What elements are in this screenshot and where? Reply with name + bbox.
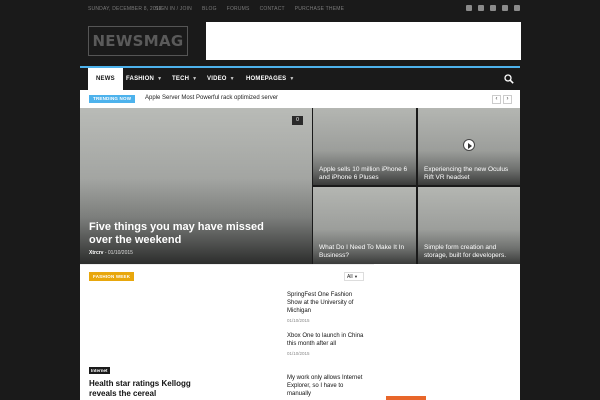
nav-news[interactable]: NEWS <box>88 68 123 90</box>
comment-count-badge: 0 <box>292 116 303 125</box>
social-icons <box>466 5 520 11</box>
nav-fashion[interactable]: FASHION ▼ <box>126 68 162 90</box>
top-menu-blog[interactable]: BLOG <box>202 6 217 12</box>
tile-title[interactable]: Simple form creation and storage, built … <box>424 244 520 260</box>
featured-author[interactable]: Xtrcrv <box>89 250 103 256</box>
filter-value: All <box>347 274 353 280</box>
side-story-2[interactable]: Xbox One to launch in China this month a… <box>287 332 367 356</box>
vimeo-icon[interactable] <box>490 5 496 11</box>
side-story-date: 01/10/2015 <box>287 318 310 323</box>
facebook-icon[interactable] <box>466 5 472 11</box>
current-date: SUNDAY, DECEMBER 8, 2019 <box>88 6 162 12</box>
top-menu-sign-in[interactable]: SIGN IN / JOIN <box>155 6 192 12</box>
top-menu-contact[interactable]: CONTACT <box>260 6 285 12</box>
nav-tech-label: TECH <box>172 76 190 82</box>
youtube-icon[interactable] <box>514 5 520 11</box>
side-story-title[interactable]: My work only allows Internet Explorer, s… <box>287 374 367 398</box>
header-ad-banner[interactable] <box>206 22 521 60</box>
chevron-down-icon: ▼ <box>157 76 163 82</box>
top-menu-forums[interactable]: FORUMS <box>227 6 250 12</box>
site-logo[interactable]: NEWSMAG <box>88 26 188 56</box>
sidebar-column <box>374 264 520 400</box>
chevron-down-icon: ▼ <box>192 76 198 82</box>
top-menu-purchase[interactable]: PURCHASE THEME <box>295 6 344 12</box>
nav-video[interactable]: VIDEO ▼ <box>207 68 235 90</box>
fashion-week-block: FASHION WEEK All ▼ Internet Health star … <box>80 264 520 400</box>
trending-prev-button[interactable]: ‹ <box>492 95 501 104</box>
nav-homepages[interactable]: HOMEPAGES ▼ <box>246 68 295 90</box>
chevron-down-icon: ▼ <box>229 76 235 82</box>
tile-title[interactable]: Experiencing the new Oculus Rift VR head… <box>424 166 516 182</box>
top-menu: SIGN IN / JOIN BLOG FORUMS CONTACT PURCH… <box>155 6 344 12</box>
featured-date: 01/10/2015 <box>107 250 133 256</box>
featured-headline[interactable]: Five things you may have missed over the… <box>89 221 269 247</box>
block-title-badge: FASHION WEEK <box>89 272 135 281</box>
side-story-title[interactable]: Xbox One to launch in China this month a… <box>287 332 367 348</box>
play-icon[interactable] <box>463 139 475 151</box>
tile-title[interactable]: What Do I Need To Make It In Business? <box>319 244 409 260</box>
side-story-3[interactable]: My work only allows Internet Explorer, s… <box>287 374 367 398</box>
vk-icon[interactable] <box>502 5 508 11</box>
category-tag[interactable]: Internet <box>89 367 110 374</box>
filter-dropdown[interactable]: All ▼ <box>344 272 364 281</box>
side-story-1[interactable]: SpringFest One Fashion Show at the Unive… <box>287 291 367 323</box>
trending-bar: TRENDING NOW Apple Server Most Powerful … <box>80 90 520 108</box>
featured-meta: Xtrcrv - 01/10/2015 <box>89 250 133 256</box>
featured-tile-1[interactable]: Apple sells 10 million iPhone 6 and iPho… <box>313 108 416 185</box>
nav-tech[interactable]: TECH ▼ <box>172 68 197 90</box>
trending-next-button[interactable]: › <box>503 95 512 104</box>
top-bar: SUNDAY, DECEMBER 8, 2019 SIGN IN / JOIN … <box>0 0 600 20</box>
featured-tile-4[interactable]: Simple form creation and storage, built … <box>418 187 520 264</box>
tile-title[interactable]: Apple sells 10 million iPhone 6 and iPho… <box>319 166 415 182</box>
featured-tile-3[interactable]: What Do I Need To Make It In Business? <box>313 187 416 264</box>
nav-video-label: VIDEO <box>207 76 227 82</box>
main-nav: NEWS FASHION ▼ TECH ▼ VIDEO ▼ HOMEPAGES ▼ <box>80 68 520 90</box>
side-story-title[interactable]: SpringFest One Fashion Show at the Unive… <box>287 291 367 315</box>
featured-big-article[interactable]: 0 Five things you may have missed over t… <box>80 108 312 264</box>
search-icon[interactable] <box>504 74 514 84</box>
logo-text: NEWSMAG <box>92 32 184 50</box>
nav-fashion-label: FASHION <box>126 76 155 82</box>
chevron-down-icon: ▼ <box>353 274 358 279</box>
nav-homepages-label: HOMEPAGES <box>246 76 287 82</box>
main-story-title[interactable]: Health star ratings Kellogg reveals the … <box>89 379 209 399</box>
trending-title[interactable]: Apple Server Most Powerful rack optimize… <box>145 95 278 101</box>
chevron-down-icon: ▼ <box>289 76 295 82</box>
trending-badge: TRENDING NOW <box>89 95 136 103</box>
nav-news-label: NEWS <box>96 76 115 82</box>
sidebar-widget-title-bar <box>386 396 426 400</box>
side-story-date: 01/10/2015 <box>287 351 310 356</box>
twitter-icon[interactable] <box>478 5 484 11</box>
featured-tile-2[interactable]: Experiencing the new Oculus Rift VR head… <box>418 108 520 185</box>
